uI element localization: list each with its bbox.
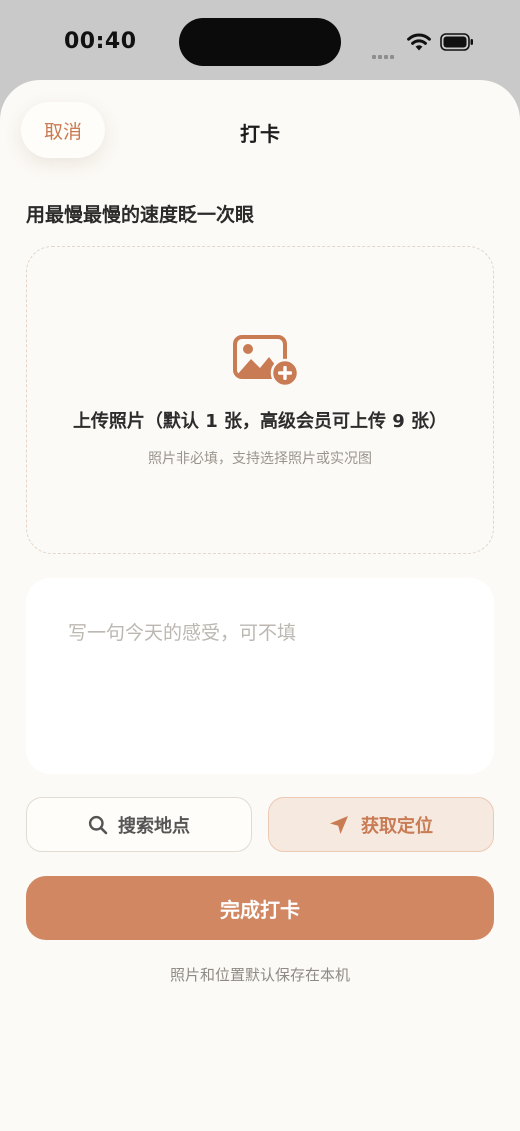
dynamic-island <box>179 18 341 66</box>
task-prompt: 用最慢最慢的速度眨一次眼 <box>26 204 255 226</box>
location-buttons: 搜索地点 获取定位 <box>26 797 494 852</box>
image-add-icon <box>233 335 299 387</box>
photo-upload-area[interactable]: 上传照片（默认 1 张，高级会员可上传 9 张） 照片非必填，支持选择照片或实况… <box>26 246 494 554</box>
cellular-signal-icon <box>372 44 396 63</box>
search-icon <box>88 815 108 834</box>
status-time: 00:40 <box>64 29 137 54</box>
check-in-sheet: 取消 打卡 用最慢最慢的速度眨一次眼 上传照片（默认 1 张，高级会员可上传 9… <box>0 80 520 1131</box>
search-location-button[interactable]: 搜索地点 <box>26 797 252 852</box>
upload-title: 上传照片（默认 1 张，高级会员可上传 9 张） <box>72 411 448 432</box>
complete-check-in-button[interactable]: 完成打卡 <box>26 876 494 940</box>
navigation-arrow-icon <box>330 815 348 834</box>
get-location-button[interactable]: 获取定位 <box>268 797 494 852</box>
note-box <box>26 578 494 774</box>
search-location-label: 搜索地点 <box>118 815 190 837</box>
battery-icon <box>440 33 473 51</box>
feeling-input[interactable] <box>26 578 494 774</box>
get-location-label: 获取定位 <box>361 815 433 837</box>
page-title: 打卡 <box>240 122 280 146</box>
wifi-icon <box>407 33 431 51</box>
upload-hint: 照片非必填，支持选择照片或实况图 <box>148 451 372 467</box>
storage-note: 照片和位置默认保存在本机 <box>169 966 350 984</box>
status-bar: 00:40 <box>0 0 520 84</box>
